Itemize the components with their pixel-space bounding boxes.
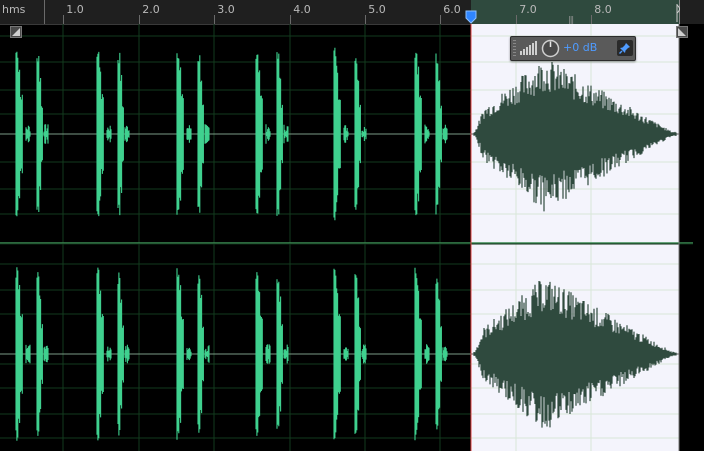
ruler-mark — [63, 15, 64, 24]
volume-knob-icon[interactable] — [541, 39, 560, 58]
ruler-tick-label: 6.0 — [443, 3, 461, 16]
time-ruler[interactable]: hms 1.0 2.0 3.0 4.0 5.0 6.0 7.0 8.0 ||| — [0, 0, 704, 25]
zoom-handle-icon[interactable] — [676, 26, 688, 38]
ruler-tick-label: 1.0 — [66, 3, 84, 16]
right-gutter — [693, 24, 704, 451]
ruler-tick-label: 4.0 — [293, 3, 311, 16]
volume-readout[interactable]: +0 dB — [563, 41, 597, 54]
ruler-playhead-origin-line — [44, 0, 45, 24]
volume-meter-icon — [520, 41, 537, 55]
ruler-tick-label: 2.0 — [142, 3, 160, 16]
pin-icon — [619, 43, 630, 54]
ruler-tick-label: 7.0 — [519, 3, 537, 16]
pin-hud-button[interactable] — [617, 40, 633, 56]
ruler-mark — [440, 15, 441, 24]
ruler-tick-label: 5.0 — [368, 3, 386, 16]
ruler-grip-lines: ||| — [568, 15, 574, 24]
ruler-mark — [516, 15, 517, 24]
ruler-mark — [214, 15, 215, 24]
time-units-label[interactable]: hms — [2, 3, 25, 16]
waveform-display[interactable] — [0, 24, 704, 451]
zoom-handle-icon[interactable] — [10, 26, 22, 38]
selection-end-handle[interactable] — [676, 3, 684, 23]
ruler-mark — [591, 15, 592, 24]
playhead-marker-icon[interactable] — [465, 10, 477, 24]
ruler-mark — [139, 15, 140, 24]
volume-hud[interactable]: +0 dB — [510, 36, 636, 61]
waveform-editor[interactable]: hms 1.0 2.0 3.0 4.0 5.0 6.0 7.0 8.0 ||| — [0, 0, 704, 451]
ruler-tick-label: 8.0 — [594, 3, 612, 16]
waveform-canvas[interactable] — [0, 24, 704, 451]
hud-drag-grip[interactable] — [513, 40, 516, 56]
ruler-selection-range[interactable] — [471, 0, 679, 24]
ruler-tick-label: 3.0 — [217, 3, 235, 16]
ruler-mark — [365, 15, 366, 24]
ruler-mark — [290, 15, 291, 24]
